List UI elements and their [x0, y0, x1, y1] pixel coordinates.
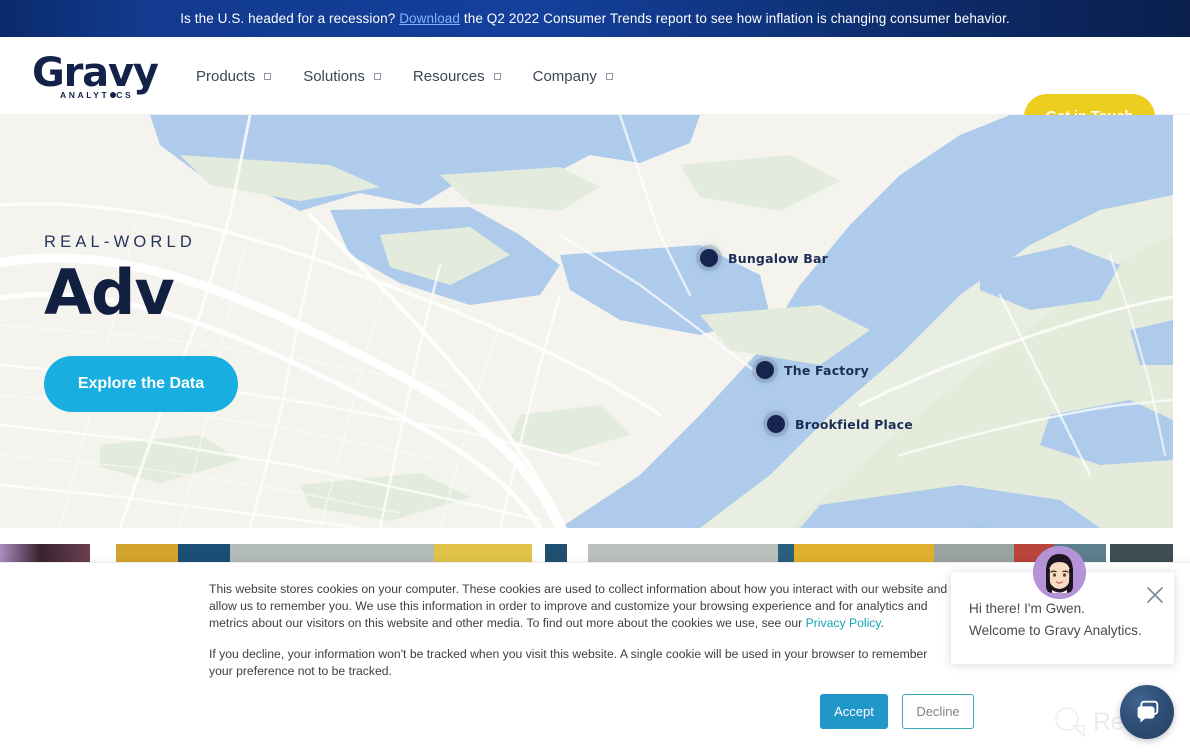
nav-item-solutions[interactable]: Solutions [287, 37, 397, 115]
cookie-paragraph-2: If you decline, your information won't b… [209, 646, 928, 678]
privacy-policy-link[interactable]: Privacy Policy [806, 616, 881, 630]
strip-card [778, 544, 794, 562]
agent-avatar-icon [1033, 546, 1086, 599]
close-icon[interactable] [1144, 584, 1166, 606]
chat-launcher-button[interactable] [1120, 685, 1174, 739]
strip-card [178, 544, 230, 562]
chevron-down-icon [493, 72, 501, 80]
promo-download-link[interactable]: Download [399, 11, 460, 26]
close-icon-glyph [1147, 587, 1163, 603]
decline-cookies-button[interactable]: Decline [902, 694, 974, 729]
cookie-paragraph-1: This website stores cookies on your comp… [209, 581, 953, 633]
agent-avatar [1033, 546, 1086, 599]
nav-item-label: Company [532, 67, 597, 85]
promo-text-after: the Q2 2022 Consumer Trends report to se… [460, 11, 1010, 26]
logo-subtitle: ANALYT CS [60, 90, 133, 100]
cookie-paragraph-1-suffix: . [880, 616, 884, 631]
strip-card [434, 544, 532, 562]
content-strip-cards [0, 544, 1190, 562]
map-marker-label: The Factory [784, 362, 869, 378]
strip-card [116, 544, 178, 562]
map-marker-the-factory[interactable]: The Factory [756, 361, 869, 379]
hero-kicker: REAL-WORLD [44, 233, 197, 251]
logo-dot-icon [109, 92, 116, 98]
nav-item-label: Products [196, 67, 256, 85]
promo-banner: Is the U.S. headed for a recession? Down… [0, 0, 1190, 37]
map-marker-brookfield-place[interactable]: Brookfield Place [767, 415, 913, 433]
promo-text-before: Is the U.S. headed for a recession? [180, 11, 400, 26]
strip-card [230, 544, 434, 562]
strip-card [588, 544, 778, 562]
gravy-analytics-logo[interactable]: Gravy ANALYT CS [32, 53, 164, 103]
nav-item-company[interactable]: Company [517, 37, 629, 115]
chat-bubble-icon [1137, 700, 1159, 723]
chevron-down-icon [373, 72, 381, 80]
chat-greeting-popup: Hi there! I'm Gwen. Welcome to Gravy Ana… [951, 546, 1174, 664]
map-marker-label: Brookfield Place [795, 416, 913, 432]
nav-item-label: Resources [412, 67, 485, 85]
hero-map-section: REAL-WORLD Adv Explore the Data Bungalow… [0, 115, 1173, 528]
map-pin-icon [767, 415, 785, 433]
cookie-actions: Accept Decline [820, 694, 974, 729]
site-header: Gravy ANALYT CS Products Solutions Resour… [0, 37, 1190, 140]
accept-cookies-button[interactable]: Accept [820, 694, 888, 729]
explore-the-data-button[interactable]: Explore the Data [44, 356, 238, 412]
logo-wordmark: Gravy [32, 50, 159, 96]
chevron-down-icon [605, 72, 613, 80]
map-marker-label: Bungalow Bar [728, 250, 829, 266]
nav-item-label: Solutions [303, 67, 365, 85]
map-pin-icon [700, 249, 718, 267]
page-root: Is the U.S. headed for a recession? Down… [0, 0, 1190, 753]
strip-card [1110, 544, 1173, 562]
hero-copy: REAL-WORLD Adv Explore the Data [44, 233, 238, 412]
strip-card [794, 544, 934, 562]
page-right-gutter [1173, 115, 1190, 528]
logo-subtitle-after: CS [116, 90, 134, 100]
main-navigation: Products Solutions Resources Company [196, 37, 629, 115]
chat-greeting-text: Hi there! I'm Gwen. Welcome to Gravy Ana… [969, 601, 1142, 638]
nav-item-resources[interactable]: Resources [397, 37, 517, 115]
promo-banner-text: Is the U.S. headed for a recession? Down… [180, 11, 1010, 26]
cookie-text-block: This website stores cookies on your comp… [209, 581, 953, 680]
chevron-down-icon [264, 72, 272, 80]
logo-subtitle-before: ANALYT [60, 90, 110, 100]
hero-headline: Adv [44, 256, 175, 329]
map-pin-icon [756, 361, 774, 379]
strip-card [0, 544, 90, 562]
map-marker-bungalow-bar[interactable]: Bungalow Bar [700, 249, 828, 267]
strip-card [545, 544, 567, 562]
nav-item-products[interactable]: Products [196, 37, 287, 115]
